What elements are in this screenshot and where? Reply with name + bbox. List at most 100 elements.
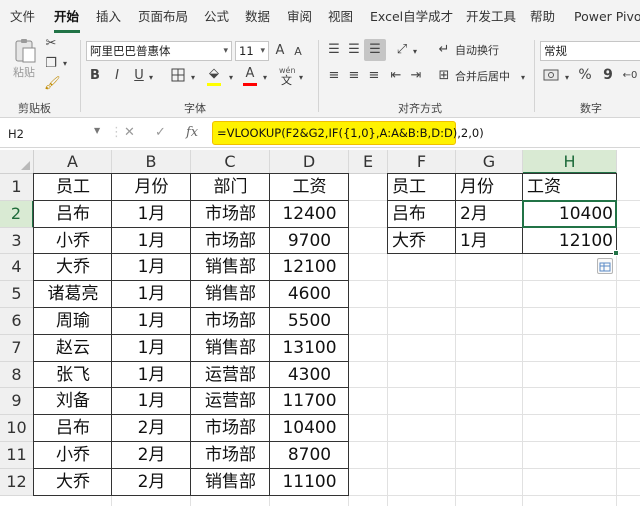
chevron-down-icon[interactable]: ▾ (296, 70, 306, 86)
shrink-font-button[interactable]: A (292, 44, 304, 60)
decrease-indent-icon[interactable]: ⇤ (388, 68, 404, 84)
copy-icon[interactable]: ❐ (44, 56, 58, 72)
row-header-7[interactable]: 7 (0, 334, 34, 362)
comma-style-button[interactable]: 9 (601, 67, 615, 83)
cell-a5[interactable]: 诸葛亮 (34, 281, 112, 308)
column-header-e[interactable]: E (349, 150, 388, 174)
cell-a2[interactable]: 吕布 (34, 201, 112, 228)
merge-center-button[interactable]: 合并后居中 (455, 70, 510, 84)
cell-b2[interactable]: 1月 (112, 201, 191, 228)
insert-function-icon[interactable]: fx (186, 125, 198, 140)
font-size-dropdown[interactable]: 11 ▾ (235, 41, 269, 61)
cell-d12[interactable]: 11100 (270, 469, 349, 496)
cell-c1[interactable]: 部门 (191, 174, 270, 201)
cell-d6[interactable]: 5500 (270, 308, 349, 335)
cell-a12[interactable]: 大乔 (34, 469, 112, 496)
cell-b11[interactable]: 2月 (112, 442, 191, 469)
paste-label[interactable]: 粘贴 (13, 66, 35, 80)
grow-font-button[interactable]: A (273, 43, 287, 59)
name-box[interactable]: H2 (6, 124, 84, 144)
enter-icon[interactable]: ✓ (155, 125, 166, 140)
cell-a3[interactable]: 小乔 (34, 228, 112, 255)
cell-c9[interactable]: 运营部 (191, 388, 270, 415)
chevron-down-icon[interactable]: ▼ (94, 126, 100, 135)
menu-review[interactable]: 审阅 (287, 0, 312, 34)
cell-b6[interactable]: 1月 (112, 308, 191, 335)
border-icon[interactable] (170, 68, 186, 87)
cell-d2[interactable]: 12400 (270, 201, 349, 228)
cell-c11[interactable]: 市场部 (191, 442, 270, 469)
column-header-a[interactable]: A (34, 150, 112, 174)
cell-c10[interactable]: 市场部 (191, 415, 270, 442)
menu-file[interactable]: 文件 (10, 0, 35, 34)
cell-a4[interactable]: 大乔 (34, 254, 112, 281)
font-color-icon[interactable]: A (242, 66, 258, 82)
row-header-3[interactable]: 3 (0, 227, 34, 255)
menu-page-layout[interactable]: 页面布局 (138, 0, 188, 34)
align-left-icon[interactable]: ≡ (326, 68, 342, 84)
cell-d3[interactable]: 9700 (270, 228, 349, 255)
paste-icon[interactable] (10, 38, 40, 64)
cell-f3[interactable]: 大乔 (388, 228, 456, 255)
cell-f1[interactable]: 员工 (388, 174, 456, 201)
worksheet-grid[interactable]: ABCDEFGH 1 2 3 4 5 6 7 8 9 10 11 12 员工 月份 部门 工资 吕布 1月 市场部… (0, 150, 640, 506)
menu-data[interactable]: 数据 (245, 0, 270, 34)
accounting-format-icon[interactable] (542, 68, 560, 87)
wrap-text-button[interactable]: 自动换行 (455, 44, 499, 58)
cell-d8[interactable]: 4300 (270, 362, 349, 389)
cell-b10[interactable]: 2月 (112, 415, 191, 442)
cell-b5[interactable]: 1月 (112, 281, 191, 308)
menu-formulas[interactable]: 公式 (204, 0, 229, 34)
cell-b4[interactable]: 1月 (112, 254, 191, 281)
cell-c6[interactable]: 市场部 (191, 308, 270, 335)
font-name-dropdown[interactable]: 阿里巴巴普惠体 ▾ (86, 41, 232, 61)
chevron-down-icon[interactable]: ▾ (410, 44, 420, 60)
menu-insert[interactable]: 插入 (96, 0, 121, 34)
cell-d1[interactable]: 工资 (270, 174, 349, 201)
cell-d9[interactable]: 11700 (270, 388, 349, 415)
copy-dropdown-icon[interactable]: ▾ (60, 56, 70, 72)
menu-home[interactable]: 开始 (54, 0, 79, 34)
column-header-d[interactable]: D (270, 150, 349, 174)
cell-b8[interactable]: 1月 (112, 362, 191, 389)
column-header-h[interactable]: H (523, 150, 617, 174)
menu-help[interactable]: 帮助 (530, 0, 555, 34)
chevron-down-icon[interactable]: ▾ (188, 70, 198, 86)
row-header-5[interactable]: 5 (0, 281, 34, 308)
active-cell-outline[interactable] (522, 199, 617, 228)
cell-b7[interactable]: 1月 (112, 335, 191, 362)
row-header-10[interactable]: 10 (0, 415, 34, 442)
increase-indent-icon[interactable]: ⇥ (408, 68, 424, 84)
orientation-icon[interactable]: ⤢ (394, 42, 410, 58)
wrap-text-icon[interactable]: ↵ (436, 42, 452, 58)
format-painter-icon[interactable]: 🖌 (44, 76, 61, 92)
row-header-1[interactable]: 1 (0, 174, 34, 201)
cell-f2[interactable]: 吕布 (388, 201, 456, 228)
cut-icon[interactable]: ✂ (44, 36, 58, 52)
cell-b12[interactable]: 2月 (112, 469, 191, 496)
cell-c2[interactable]: 市场部 (191, 201, 270, 228)
align-top-icon[interactable]: ☰ (326, 42, 342, 58)
cell-a11[interactable]: 小乔 (34, 442, 112, 469)
align-right-icon[interactable]: ≡ (366, 68, 382, 84)
cell-c7[interactable]: 销售部 (191, 335, 270, 362)
cell-d4[interactable]: 12100 (270, 254, 349, 281)
column-header-b[interactable]: B (112, 150, 191, 174)
cell-g3[interactable]: 1月 (456, 228, 523, 255)
cell-c8[interactable]: 运营部 (191, 362, 270, 389)
align-center-icon[interactable]: ≡ (346, 68, 362, 84)
cell-g2[interactable]: 2月 (456, 201, 523, 228)
align-middle-icon[interactable]: ☰ (346, 42, 362, 58)
underline-button[interactable]: U (132, 68, 146, 84)
number-format-dropdown[interactable]: 常规 (540, 41, 640, 61)
cell-h1[interactable]: 工资 (523, 174, 617, 201)
cell-d10[interactable]: 10400 (270, 415, 349, 442)
cell-a7[interactable]: 赵云 (34, 335, 112, 362)
column-header-c[interactable]: C (191, 150, 270, 174)
merge-center-icon[interactable]: ⊞ (436, 68, 452, 84)
cell-a1[interactable]: 员工 (34, 174, 112, 201)
menu-excel-self-study[interactable]: Excel自学成才 (370, 0, 453, 34)
bold-button[interactable]: B (88, 68, 102, 84)
row-header-9[interactable]: 9 (0, 388, 34, 416)
fill-handle[interactable] (613, 250, 619, 257)
